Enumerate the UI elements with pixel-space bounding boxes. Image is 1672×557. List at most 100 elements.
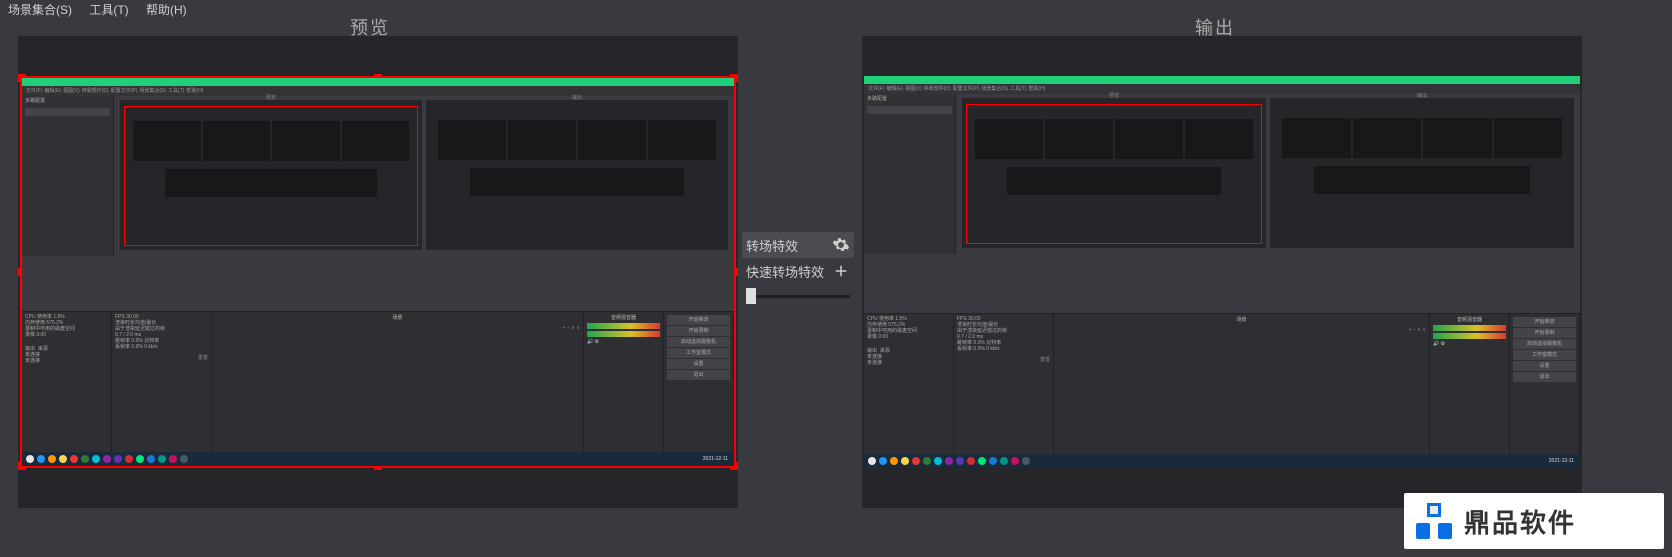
inner-dock-left-out: 多路配置 (864, 94, 956, 254)
inner-scenes-col: 场景 + − ∧ ∨ (212, 312, 584, 466)
selection-handle-tl[interactable] (18, 74, 26, 82)
taskbar-icon (956, 457, 964, 465)
inner-date: 2021-12-11 (703, 456, 728, 462)
taskbar-icon (1000, 457, 1008, 465)
selection-handle-tc[interactable] (374, 74, 382, 82)
inner-output-out: 输出 (1270, 98, 1574, 248)
inner-menubar: 文件(F)编辑(E)视图(V)停靠部件(D)配置文件(P)场景集合(S)工具(T… (22, 86, 734, 96)
taskbar-icon (890, 457, 898, 465)
inner-menubar-out: 文件(F)编辑(E)视图(V)停靠部件(D)配置文件(P)场景集合(S)工具(T… (864, 84, 1580, 94)
inner-dock-tab: 多路配置 (22, 96, 113, 106)
inner-preview: 预览 (120, 100, 422, 250)
inner-stats-col-out: CPU 使用率 1.5% 内存使用 575.2% 录制中可用的磁盘空间 录像 0… (864, 314, 954, 468)
nest-wide (165, 169, 377, 197)
taskbar-icon (868, 457, 876, 465)
quick-transition-row: 快速转场特效 (742, 258, 854, 284)
obs-window: 场景集合(S) 工具(T) 帮助(H) 预览 输出 文件(F)编辑(E)视图(V… (0, 0, 1672, 557)
inner-views: 预览 输出 (118, 100, 730, 250)
taskbar-icon (912, 457, 920, 465)
taskbar-icon (879, 457, 887, 465)
taskbar-icon (70, 455, 78, 463)
inner-reset: 重置 (115, 354, 208, 361)
inner-taskbar-out: 2021-12-11 (864, 454, 1580, 468)
taskbar-icon (901, 457, 909, 465)
taskbar-icon (158, 455, 166, 463)
selection-handle-bl[interactable] (18, 462, 26, 470)
taskbar-icon (967, 457, 975, 465)
nest-grid (133, 121, 409, 161)
inner-scenes-col-out: 场景 + − ∧ ∨ (1054, 314, 1430, 468)
output-surface[interactable]: 文件(F)编辑(E)视图(V)停靠部件(D)配置文件(P)场景集合(S)工具(T… (862, 36, 1582, 508)
preview-content: 文件(F)编辑(E)视图(V)停靠部件(D)配置文件(P)场景集合(S)工具(T… (22, 78, 734, 466)
output-content: 文件(F)编辑(E)视图(V)停靠部件(D)配置文件(P)场景集合(S)工具(T… (864, 76, 1580, 468)
taskbar-icon (945, 457, 953, 465)
watermark: 鼎品软件 (1404, 493, 1664, 549)
nest-wide2-out (1314, 166, 1530, 194)
inner-selection-box (124, 106, 418, 246)
inner-mixer-col: 音频混音器 🔊 ⚙ (584, 312, 664, 466)
inner-preview-out: 预览 (962, 98, 1266, 248)
inner-preview-label: 预览 (266, 94, 276, 101)
inner-stats-col2: FPS 30.00 渲染时长均值/最长 由于渲染延迟错过的帧 0.7 / 2.0… (112, 312, 212, 466)
inner-dock-tab-out: 多路配置 (864, 94, 955, 104)
inner-reset-out: 重置 (957, 356, 1050, 363)
taskbar-icon (978, 457, 986, 465)
taskbar-icon (48, 455, 56, 463)
inner-controls-col: 开始推流 开始录制 启动虚拟摄像机 工作室模式 设置 退出 (664, 312, 734, 466)
taskbar-icon (934, 457, 942, 465)
menu-scenes[interactable]: 场景集合(S) (8, 3, 72, 17)
inner-mixer-col-out: 音频混音器 🔊 ⚙ (1430, 314, 1510, 468)
inner-output-label-out: 输出 (1417, 92, 1427, 99)
slider-thumb[interactable] (746, 288, 756, 304)
plus-icon[interactable] (832, 262, 850, 280)
inner-dock-field (25, 108, 110, 116)
transition-panel: 转场特效 快速转场特效 (742, 232, 854, 304)
taskbar-icon (59, 455, 67, 463)
taskbar-icon (37, 455, 45, 463)
inner-dock-left: 多路配置 (22, 96, 114, 256)
selection-handle-lc[interactable] (18, 268, 26, 276)
selection-handle-tr[interactable] (730, 74, 738, 82)
inner-titlebar (22, 78, 734, 86)
inner-output-label: 输出 (572, 94, 582, 101)
inner-date-out: 2021-12-11 (1549, 458, 1574, 464)
transition-label: 转场特效 (746, 236, 798, 255)
inner-views-out: 预览 输出 (960, 98, 1576, 248)
inner-bottom-dock-out: CPU 使用率 1.5% 内存使用 575.2% 录制中可用的磁盘空间 录像 0… (864, 313, 1580, 468)
nest-wide-out (470, 168, 684, 196)
selection-handle-rc[interactable] (730, 268, 738, 276)
taskbar-icon (989, 457, 997, 465)
taskbar-icon (81, 455, 89, 463)
quick-transition-label: 快速转场特效 (746, 262, 824, 281)
transition-duration-slider[interactable] (742, 288, 854, 304)
inner-body-out: 多路配置 预览 输出 (864, 94, 1580, 468)
taskbar-icon (92, 455, 100, 463)
taskbar-icon (26, 455, 34, 463)
watermark-logo-icon (1416, 503, 1452, 539)
preview-surface[interactable]: 文件(F)编辑(E)视图(V)停靠部件(D)配置文件(P)场景集合(S)工具(T… (18, 36, 738, 508)
inner-taskbar: 2021-12-11 (22, 452, 734, 466)
taskbar-icon (114, 455, 122, 463)
slider-rail (746, 295, 850, 298)
inner-selection-box-out (966, 104, 1262, 244)
taskbar-icon (103, 455, 111, 463)
inner-dock-field-out (867, 106, 952, 114)
selection-handle-bc[interactable] (374, 462, 382, 470)
nest-grid2 (975, 119, 1253, 159)
transition-button[interactable]: 转场特效 (742, 232, 854, 258)
taskbar-icon (180, 455, 188, 463)
taskbar-icon (1011, 457, 1019, 465)
selection-handle-br[interactable] (730, 462, 738, 470)
nest-grid2-out (1282, 118, 1562, 158)
gear-icon[interactable] (832, 236, 850, 254)
watermark-text: 鼎品软件 (1464, 503, 1576, 540)
taskbar-icon (169, 455, 177, 463)
inner-preview-label-out: 预览 (1109, 92, 1119, 99)
taskbar-icon (147, 455, 155, 463)
menu-help[interactable]: 帮助(H) (146, 3, 187, 17)
inner-stats-col2-out: FPS 30.00 渲染时长均值/最长 由于渲染延迟错过的帧 0.7 / 2.0… (954, 314, 1054, 468)
nest-grid-out (438, 120, 716, 160)
menu-tools[interactable]: 工具(T) (89, 3, 128, 17)
taskbar-icon (125, 455, 133, 463)
inner-bottom-dock: CPU 使用率 1.5% 内存使用 575.2% 录制中可用的磁盘空间 录像 0… (22, 311, 734, 466)
